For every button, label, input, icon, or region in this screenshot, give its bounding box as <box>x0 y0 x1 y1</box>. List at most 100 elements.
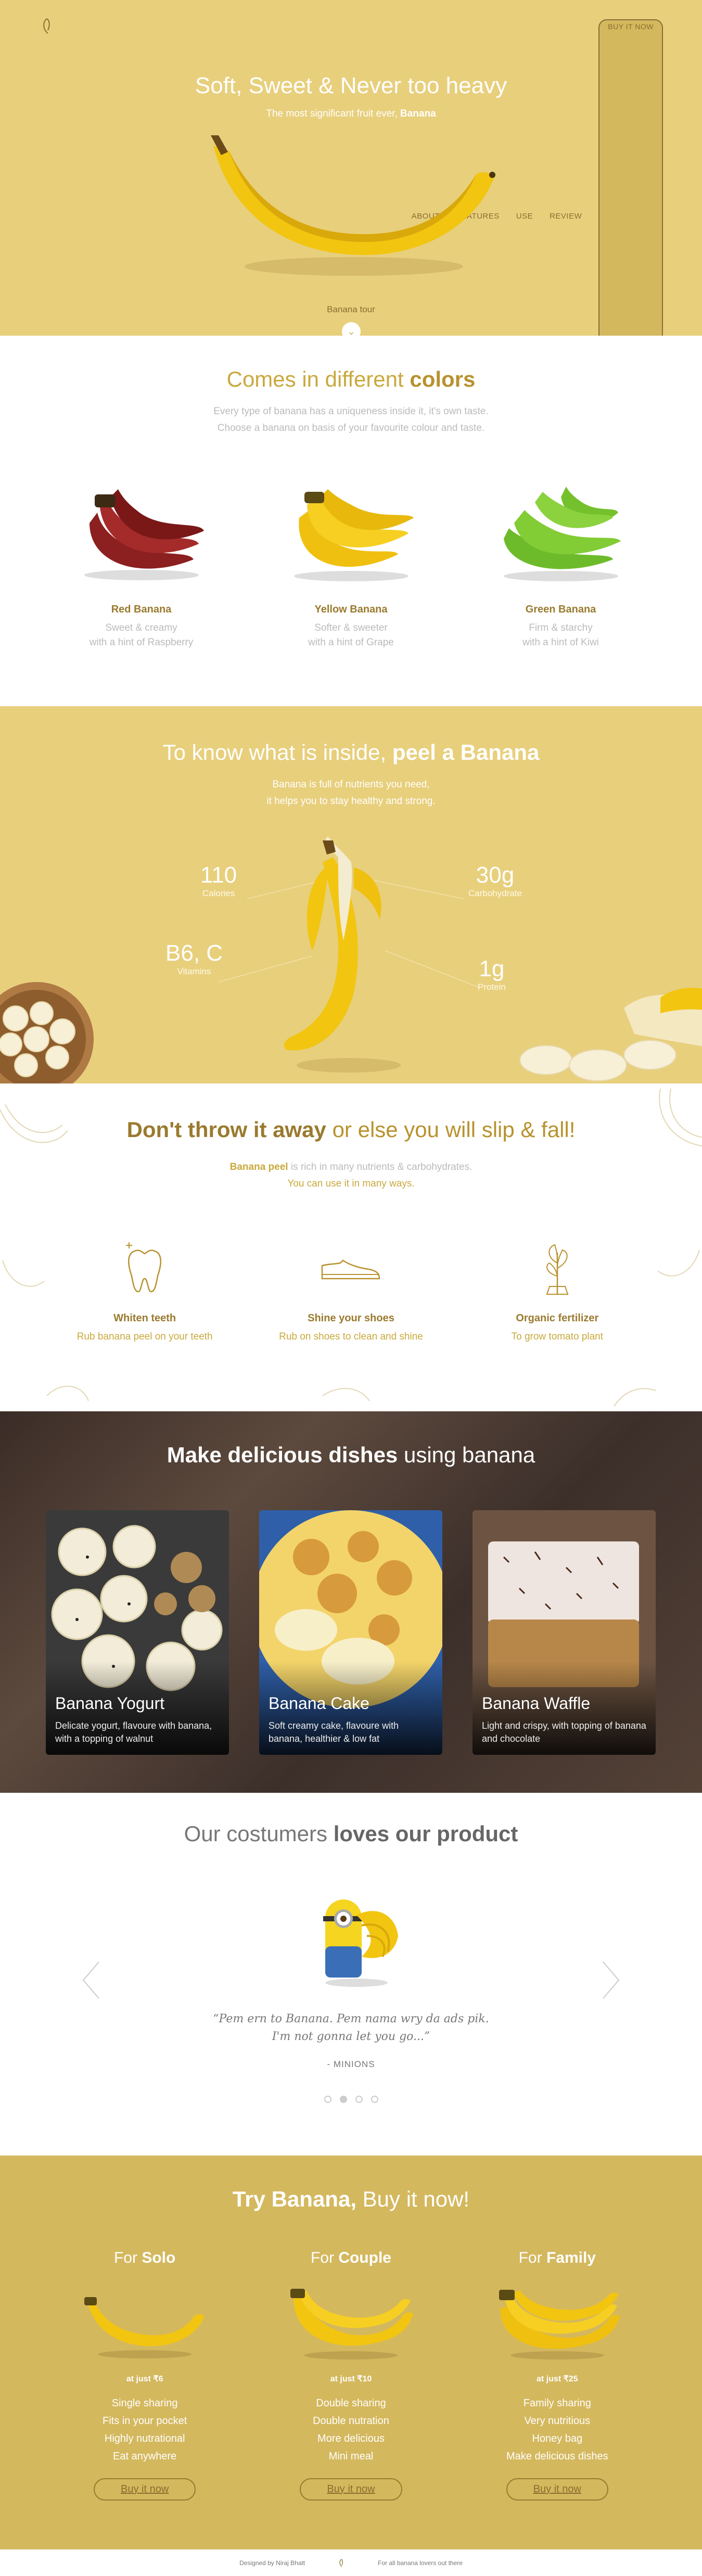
carousel-next-arrow-icon[interactable] <box>601 1959 621 2001</box>
review-author: - MINIONS <box>327 2059 375 2069</box>
plan-feature: Single sharing <box>111 2398 178 2409</box>
peeled-banana-pieces-image <box>519 988 702 1081</box>
carousel-prev-arrow-icon[interactable] <box>81 1959 101 2001</box>
red-banana-image <box>84 489 204 580</box>
green-banana-image <box>503 487 621 581</box>
nutrient-vitamins: B6, C Vitamins <box>165 940 223 976</box>
peel-subtitle: Banana is full of nutrients you need, it … <box>266 779 436 807</box>
footer: Designed by Niraj Bhatt For all banana l… <box>0 2549 702 2576</box>
banana-slices-bowl-image <box>0 982 94 1083</box>
plan-family: For Family at just ₹25 Family sharing Ve… <box>474 2249 641 2501</box>
use-item-fertilizer: Organic fertilizer To grow tomato plant <box>474 1237 641 1344</box>
plan-couple: For Couple at just ₹10 Double sharing Do… <box>267 2249 434 2501</box>
dish-card-desc: Light and crispy, with topping of banana… <box>482 1720 646 1744</box>
buy-couple-button[interactable]: Buy it now <box>300 2478 402 2501</box>
use-item-name: Shine your shoes <box>308 1312 394 1324</box>
color-item-desc: Firm & starchy with a hint of Kiwi <box>522 622 599 648</box>
hero-banana-image <box>211 135 495 276</box>
review-section: Our costumers loves our product “Pem ern… <box>0 1793 702 2156</box>
plan-feature: Double nutration <box>313 2415 389 2427</box>
color-item-name: Yellow Banana <box>314 604 388 615</box>
scroll-down-button[interactable]: ⌄ <box>342 322 361 336</box>
nav-buy-button[interactable]: BUY IT NOW <box>598 19 663 336</box>
colors-section: Comes in different colors Every type of … <box>0 336 702 706</box>
nutrient-carbohydrate: 30g Carbohydrate <box>468 862 522 898</box>
chevron-down-icon: ⌄ <box>347 326 355 336</box>
dishes-title: Make delicious dishes using banana <box>167 1443 535 1467</box>
plan-feature: Very nutritious <box>524 2415 591 2427</box>
dish-card-title: Banana Cake <box>269 1694 369 1713</box>
yellow-banana-image <box>293 489 414 581</box>
color-item-red: Red Banana Sweet & creamy with a hint of … <box>63 481 220 650</box>
colors-subtitle: Every type of banana has a uniqueness in… <box>213 406 489 433</box>
peel-uses-title: Don't throw it away or else you will sli… <box>126 1117 576 1142</box>
banana-tour-label: Banana tour <box>327 304 375 314</box>
dishes-section: Make delicious dishes using banana Banan… <box>0 1411 702 1793</box>
buy-family-button[interactable]: Buy it now <box>506 2478 608 2501</box>
review-title: Our costumers loves our product <box>184 1821 518 1846</box>
plan-feature: Make delicious dishes <box>506 2451 608 2462</box>
color-item-desc: Softer & sweeter with a hint of Grape <box>308 622 394 648</box>
plan-feature: Double sharing <box>316 2398 386 2409</box>
plan-solo: For Solo at just ₹6 Single sharing Fits … <box>61 2249 228 2501</box>
hero-section: ABOUT FEATURES USE REVIEW BUY IT NOW Sof… <box>0 0 702 336</box>
color-item-yellow: Yellow Banana Softer & sweeter with a hin… <box>273 481 429 650</box>
peeled-banana-image <box>284 836 401 1073</box>
minion-image <box>323 1899 398 1987</box>
hero-subtitle: The most significant fruit ever, Banana <box>266 108 436 119</box>
footer-credit: Designed by Niraj Bhatt <box>239 2559 305 2567</box>
banana-logo-icon[interactable] <box>36 16 57 36</box>
plan-feature: Mini meal <box>328 2451 374 2462</box>
color-item-name: Green Banana <box>525 604 596 615</box>
color-item-desc: Sweet & creamy with a hint of Raspberry <box>89 622 194 648</box>
plant-icon <box>546 1244 569 1295</box>
carousel-dots <box>0 2096 702 2103</box>
plan-feature: Fits in your pocket <box>103 2415 187 2427</box>
banana-logo-icon <box>339 2558 343 2567</box>
buy-solo-button[interactable]: Buy it now <box>94 2478 196 2501</box>
plan-feature: More delicious <box>317 2433 385 2444</box>
plan-title: For Couple <box>310 2249 391 2266</box>
banana-bunch-image <box>499 2290 620 2360</box>
use-item-desc: To grow tomato plant <box>511 1331 603 1342</box>
plan-price: at just ₹10 <box>330 2375 372 2383</box>
dish-card-title: Banana Yogurt <box>55 1694 164 1713</box>
carousel-dot-active[interactable] <box>339 2096 347 2103</box>
banana-peel-decor-icon <box>46 1386 656 1407</box>
use-item-desc: Rub on shoes to clean and shine <box>279 1331 423 1342</box>
dish-card-cake[interactable]: Banana Cake Soft creamy cake, flavoure w… <box>259 1510 442 1755</box>
color-item-name: Red Banana <box>111 604 172 615</box>
plan-feature: Highly nutrational <box>104 2433 185 2444</box>
shoe-icon <box>322 1259 380 1280</box>
nav-review[interactable]: REVIEW <box>550 212 582 221</box>
hero-title: Soft, Sweet & Never too heavy <box>195 73 507 98</box>
footer-tagline: For all banana lovers out there <box>378 2559 463 2567</box>
two-bananas-image <box>290 2289 414 2360</box>
carousel-dot[interactable] <box>371 2096 378 2103</box>
peel-section: To know what is inside, peel a Banana Ba… <box>0 706 702 1083</box>
plan-title: For Solo <box>113 2249 176 2266</box>
plan-feature: Eat anywhere <box>113 2451 177 2462</box>
dish-card-waffle[interactable]: Banana Waffle Light and crispy, with top… <box>473 1510 656 1755</box>
use-item-shoes: Shine your shoes Rub on shoes to clean a… <box>267 1237 434 1344</box>
plan-title: For Family <box>518 2249 596 2266</box>
nutrient-protein: 1g Protein <box>478 956 506 992</box>
plan-price: at just ₹25 <box>537 2375 578 2383</box>
use-item-desc: Rub banana peel on your teeth <box>76 1331 213 1342</box>
plan-price: at just ₹6 <box>126 2375 163 2383</box>
peel-uses-section: Don't throw it away or else you will sli… <box>0 1083 702 1411</box>
dish-card-desc: Soft creamy cake, flavoure with banana, … <box>269 1720 399 1744</box>
carousel-dot[interactable] <box>324 2096 331 2103</box>
peel-title: To know what is inside, peel a Banana <box>162 740 540 764</box>
plan-feature: Family sharing <box>523 2398 591 2409</box>
plan-feature: Honey bag <box>532 2433 583 2444</box>
nav-use[interactable]: USE <box>516 212 533 221</box>
dish-card-title: Banana Waffle <box>482 1694 591 1713</box>
nutrient-calories: 110 Calories <box>200 862 237 898</box>
review-quote: “Pem ern to Banana. Pem nama wry da ads … <box>213 2012 489 2043</box>
single-banana-image <box>84 2297 205 2358</box>
dish-card-yogurt[interactable]: Banana Yogurt Delicate yogurt, flavoure … <box>46 1510 229 1755</box>
tooth-icon <box>126 1242 162 1293</box>
carousel-dot[interactable] <box>355 2096 363 2103</box>
use-item-name: Whiten teeth <box>113 1312 176 1324</box>
